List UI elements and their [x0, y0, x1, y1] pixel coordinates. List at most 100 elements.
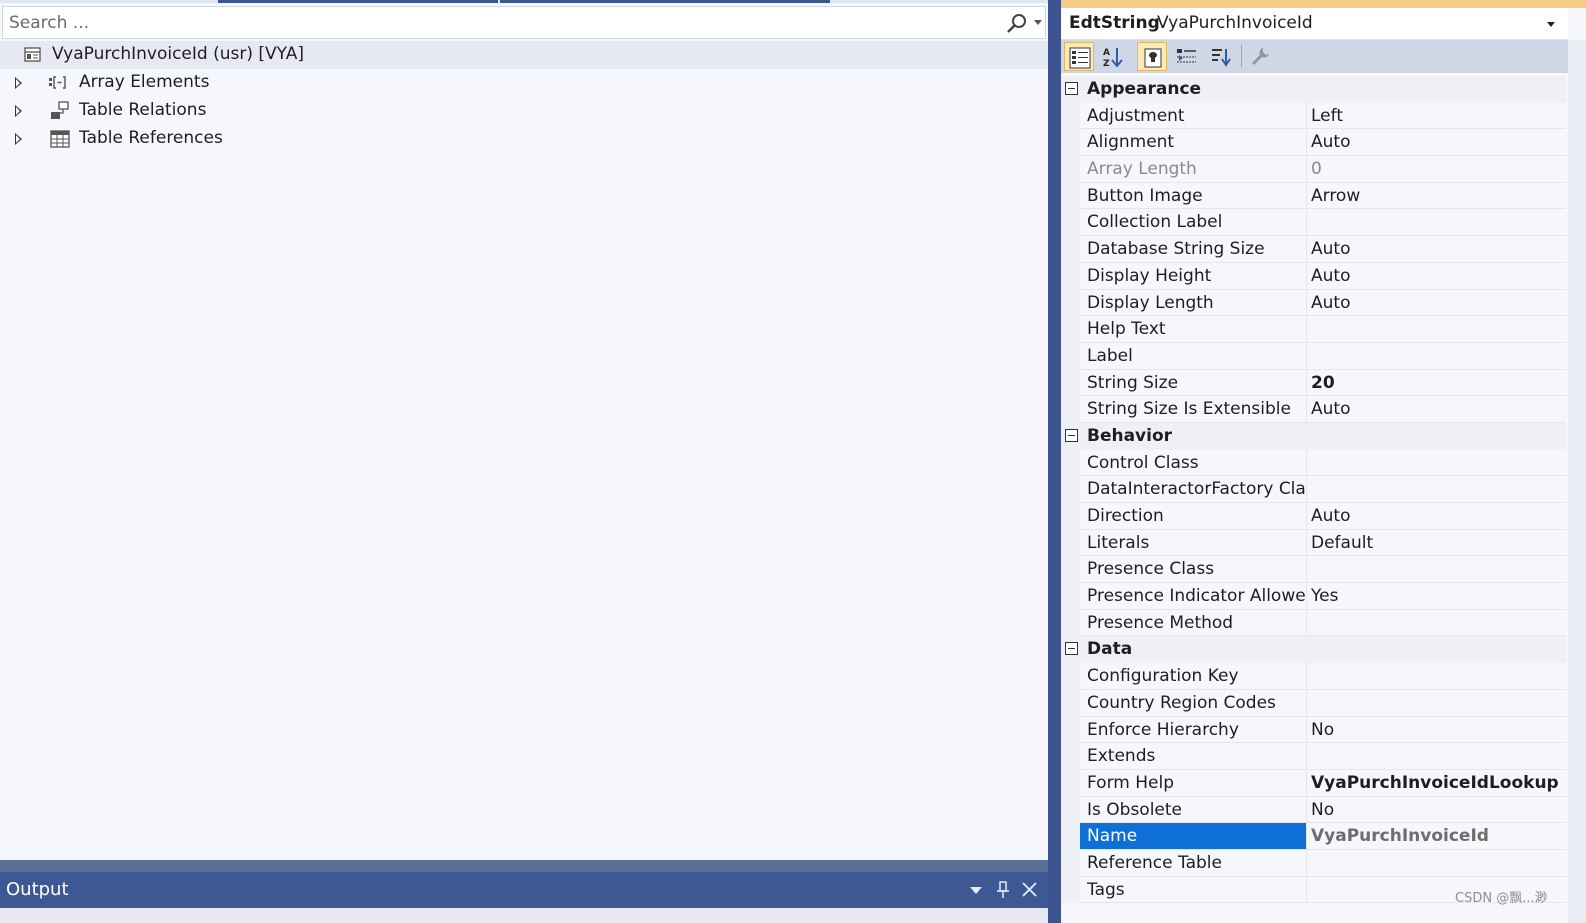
- property-value[interactable]: [1307, 343, 1566, 370]
- property-row[interactable]: Country Region Codes: [1061, 689, 1566, 717]
- pane-splitter[interactable]: [1048, 0, 1061, 923]
- chevron-down-icon[interactable]: [970, 887, 982, 894]
- property-name[interactable]: Control Class: [1080, 449, 1307, 477]
- property-value[interactable]: [1307, 450, 1566, 477]
- property-name[interactable]: Country Region Codes: [1080, 689, 1307, 717]
- property-name[interactable]: Display Length: [1080, 289, 1307, 317]
- property-name[interactable]: Tags: [1080, 876, 1307, 904]
- property-value[interactable]: No: [1307, 797, 1566, 824]
- property-name[interactable]: Alignment: [1080, 129, 1307, 157]
- scrollbar[interactable]: [1568, 40, 1586, 923]
- property-name[interactable]: Help Text: [1080, 316, 1307, 343]
- property-name[interactable]: Reference Table: [1080, 849, 1307, 877]
- property-name[interactable]: String Size: [1080, 369, 1307, 397]
- property-value[interactable]: Default: [1307, 530, 1566, 557]
- property-name[interactable]: Configuration Key: [1080, 663, 1307, 690]
- property-name[interactable]: Display Height: [1080, 262, 1307, 290]
- collapse-icon[interactable]: [1065, 642, 1078, 656]
- property-value[interactable]: Auto: [1307, 129, 1566, 157]
- search-icon[interactable]: [1006, 13, 1028, 33]
- property-name[interactable]: Name: [1080, 823, 1307, 850]
- property-row[interactable]: Name VyaPurchInvoiceId: [1061, 823, 1566, 850]
- property-row[interactable]: Form Help VyaPurchInvoiceIdLookup: [1061, 769, 1566, 797]
- property-row[interactable]: Collection Label: [1061, 209, 1566, 237]
- pin-icon[interactable]: [996, 881, 1010, 899]
- property-name[interactable]: Presence Class: [1080, 556, 1307, 584]
- property-row[interactable]: String Size 20: [1061, 369, 1566, 397]
- property-row[interactable]: Direction Auto: [1061, 503, 1566, 530]
- property-value[interactable]: 0: [1307, 156, 1566, 183]
- property-name[interactable]: Label: [1080, 342, 1307, 370]
- property-name[interactable]: Enforce Hierarchy: [1080, 716, 1307, 744]
- property-row[interactable]: Adjustment Left: [1061, 102, 1566, 130]
- object-selector[interactable]: EdtString VyaPurchInvoiceId: [1061, 8, 1568, 40]
- property-row[interactable]: Database String Size Auto: [1061, 236, 1566, 263]
- tree-root-node[interactable]: VyaPurchInvoiceId (usr) [VYA]: [0, 41, 1048, 69]
- output-panel-header[interactable]: Output: [0, 872, 1048, 908]
- property-value[interactable]: Auto: [1307, 396, 1566, 423]
- property-row[interactable]: Enforce Hierarchy No: [1061, 716, 1566, 744]
- property-name[interactable]: DataInteractorFactory Class: [1080, 476, 1307, 503]
- property-value[interactable]: [1307, 850, 1566, 877]
- property-name[interactable]: Array Length: [1080, 156, 1307, 183]
- property-name[interactable]: Direction: [1080, 503, 1307, 530]
- chevron-down-icon[interactable]: [1547, 22, 1555, 27]
- property-value[interactable]: Auto: [1307, 263, 1566, 290]
- property-value[interactable]: [1307, 316, 1566, 343]
- expand-arrow-icon[interactable]: [15, 77, 22, 89]
- properties-page-button[interactable]: [1137, 42, 1167, 71]
- property-name[interactable]: Literals: [1080, 529, 1307, 557]
- property-name[interactable]: Collection Label: [1080, 209, 1307, 237]
- search-input[interactable]: [9, 11, 989, 35]
- property-value[interactable]: VyaPurchInvoiceId: [1307, 823, 1566, 850]
- category-appearance[interactable]: Appearance: [1061, 76, 1566, 103]
- property-value[interactable]: VyaPurchInvoiceIdLookup: [1307, 770, 1566, 797]
- property-row[interactable]: Control Class: [1061, 449, 1566, 477]
- property-value[interactable]: [1307, 690, 1566, 717]
- property-row[interactable]: Extends: [1061, 743, 1566, 770]
- collapse-icon[interactable]: [1065, 82, 1078, 95]
- property-row[interactable]: Array Length 0: [1061, 156, 1566, 183]
- property-row[interactable]: Label: [1061, 342, 1566, 370]
- categorized-button[interactable]: [1064, 42, 1094, 71]
- property-row[interactable]: Presence Class: [1061, 556, 1566, 584]
- property-value[interactable]: [1307, 610, 1566, 637]
- property-row[interactable]: Presence Method: [1061, 609, 1566, 637]
- property-row[interactable]: Configuration Key: [1061, 663, 1566, 690]
- property-row[interactable]: Alignment Auto: [1061, 129, 1566, 157]
- property-value[interactable]: [1307, 663, 1566, 690]
- property-value[interactable]: Auto: [1307, 290, 1566, 317]
- property-value[interactable]: Auto: [1307, 503, 1566, 530]
- property-row[interactable]: Button Image Arrow: [1061, 182, 1566, 210]
- category-data[interactable]: Data: [1061, 636, 1566, 664]
- property-row[interactable]: Is Obsolete No: [1061, 796, 1566, 824]
- property-value[interactable]: Arrow: [1307, 183, 1566, 210]
- property-row[interactable]: Help Text: [1061, 316, 1566, 343]
- property-name[interactable]: Adjustment: [1080, 102, 1307, 130]
- property-value[interactable]: Auto: [1307, 236, 1566, 263]
- property-value[interactable]: [1307, 556, 1566, 584]
- expand-arrow-icon[interactable]: [15, 105, 22, 117]
- property-row[interactable]: Presence Indicator Allowed Yes: [1061, 583, 1566, 610]
- tree-item-array-elements[interactable]: Array Elements: [0, 69, 1048, 97]
- close-icon[interactable]: [1021, 881, 1038, 898]
- property-name[interactable]: Extends: [1080, 743, 1307, 770]
- property-row[interactable]: DataInteractorFactory Class: [1061, 476, 1566, 503]
- property-value[interactable]: [1307, 743, 1566, 770]
- property-value[interactable]: No: [1307, 717, 1566, 744]
- category-behavior[interactable]: Behavior: [1061, 422, 1566, 450]
- expand-arrow-icon[interactable]: [15, 133, 22, 145]
- property-value[interactable]: 20: [1307, 370, 1566, 397]
- property-name[interactable]: Button Image: [1080, 182, 1307, 210]
- collapse-icon[interactable]: [1065, 428, 1078, 442]
- property-name[interactable]: Presence Method: [1080, 609, 1307, 637]
- property-name[interactable]: Is Obsolete: [1080, 796, 1307, 824]
- events-button[interactable]: [1172, 42, 1202, 71]
- tree-item-table-relations[interactable]: Table Relations: [0, 97, 1048, 125]
- property-row[interactable]: Literals Default: [1061, 529, 1566, 557]
- property-name[interactable]: Database String Size: [1080, 236, 1307, 263]
- property-row[interactable]: Reference Table: [1061, 849, 1566, 877]
- tree-item-table-references[interactable]: Table References: [0, 125, 1048, 153]
- alphabetical-button[interactable]: A Z: [1098, 42, 1128, 71]
- sort-order-button[interactable]: [1206, 42, 1236, 71]
